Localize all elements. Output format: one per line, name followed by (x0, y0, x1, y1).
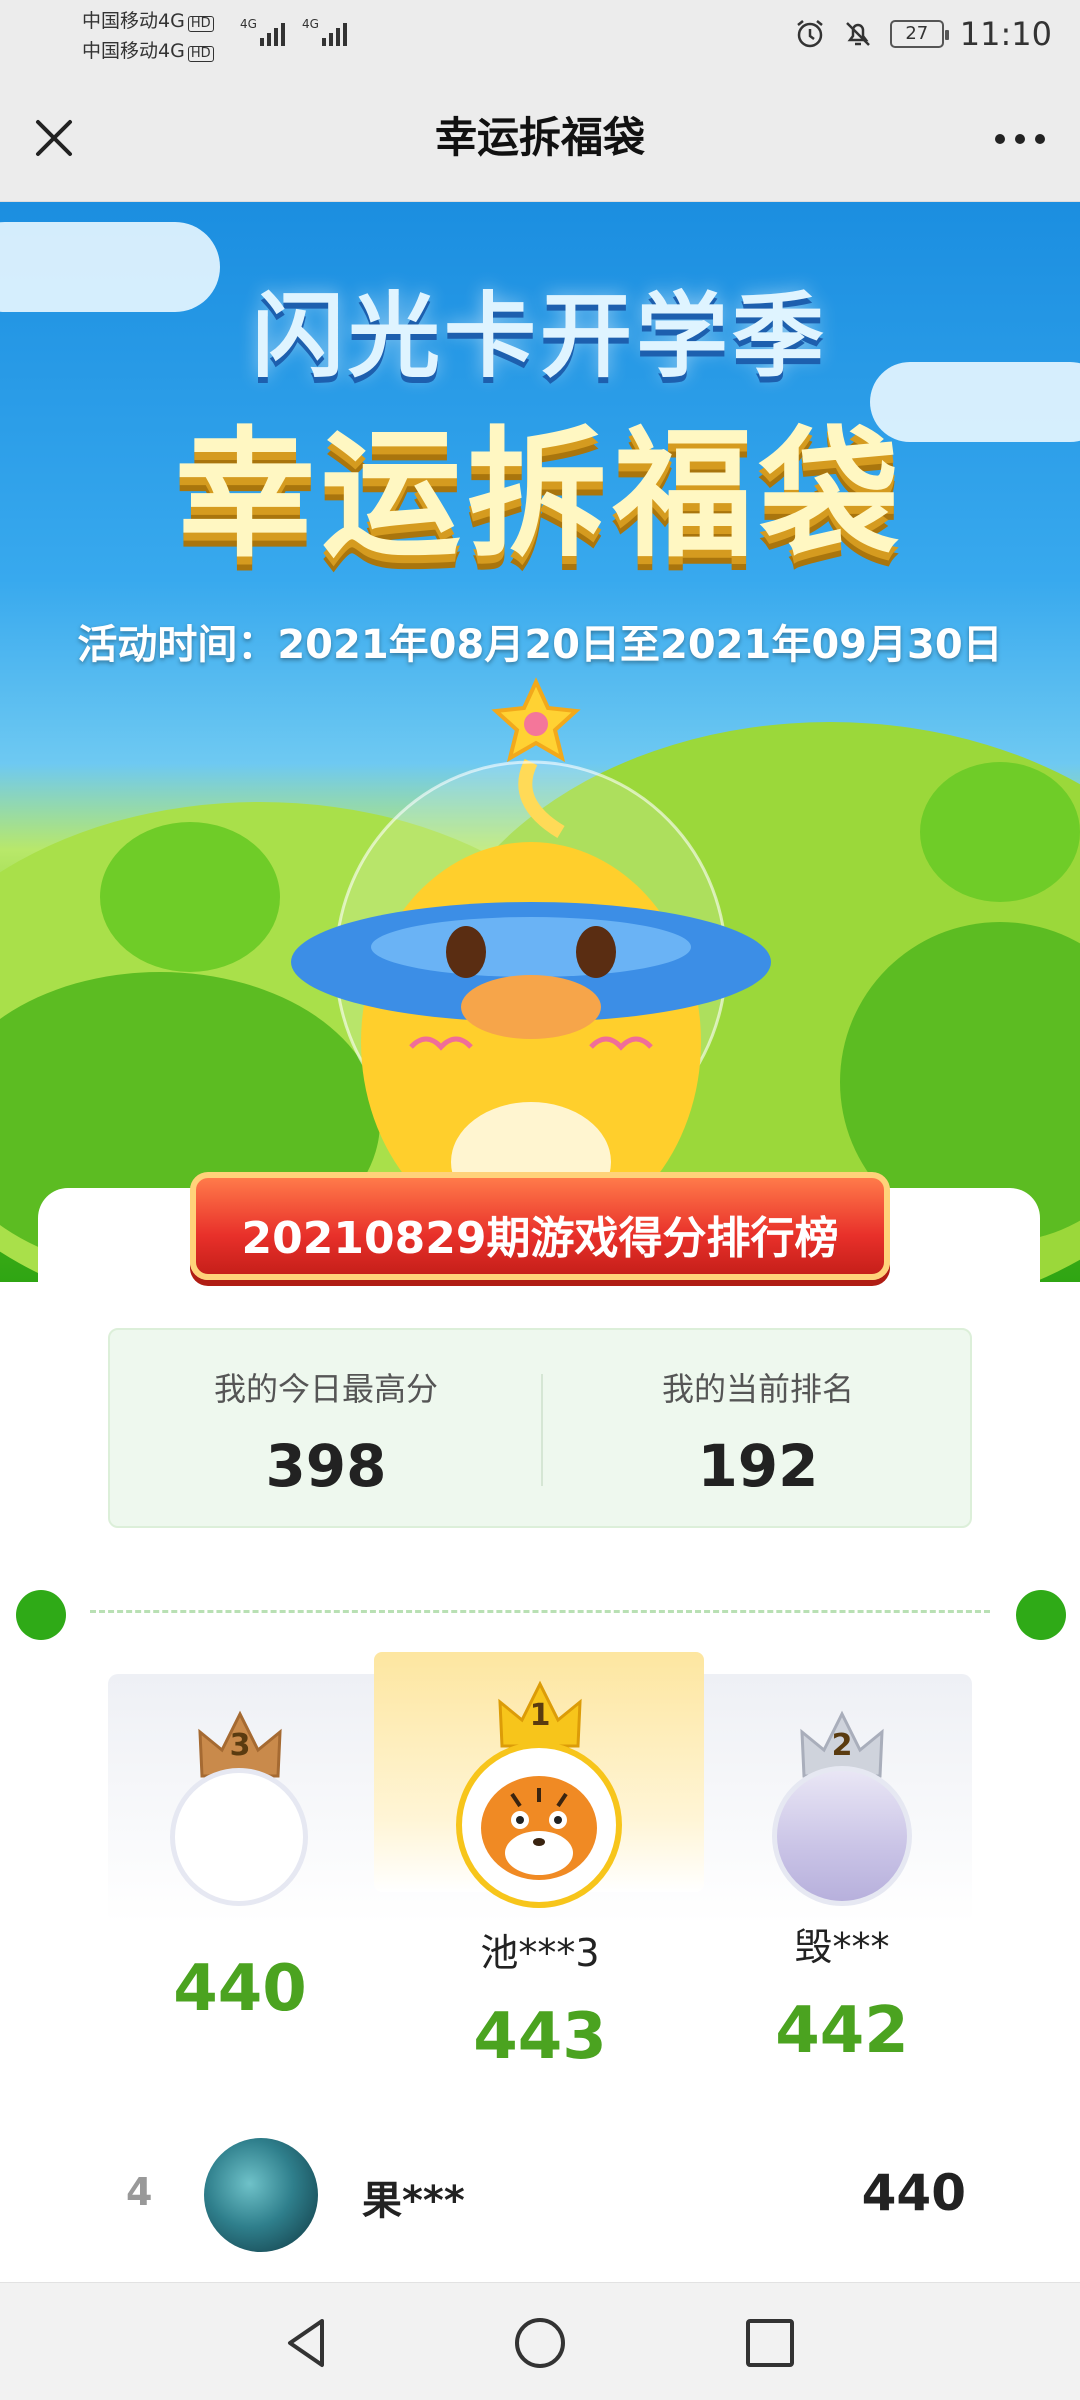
row-rank: 4 (126, 2170, 153, 2214)
carrier-1-label: 中国移动4G (82, 10, 185, 32)
network-1-label: 4G (240, 17, 257, 31)
my-best-score: 我的今日最高分 398 (110, 1330, 542, 1530)
hero-banner: 闪光卡开学季 幸运拆福袋 活动时间：2021年08月20日至2021年09月30… (0, 202, 1080, 1282)
title-bar: 幸运拆福袋 (0, 72, 1080, 202)
hero-subtitle: 闪光卡开学季 (251, 283, 828, 390)
carrier-2-label: 中国移动4G (82, 40, 185, 62)
status-time: 11:10 (959, 15, 1052, 53)
status-bar: 中国移动4G HD 中国移动4G HD 4G 4G 27 11:10 (0, 0, 1080, 72)
bush (100, 822, 280, 972)
leaderboard-row[interactable]: 4 果*** 440 (108, 2130, 972, 2260)
my-best-label: 我的今日最高分 (213, 1370, 438, 1408)
network-2-label: 4G (302, 17, 319, 31)
recents-icon[interactable] (740, 2313, 800, 2373)
leaderboard-banner: 20210829期游戏得分排行榜 (190, 1172, 890, 1280)
row-name: 果*** (362, 2178, 465, 2224)
system-nav-bar (0, 2282, 1080, 2400)
alarm-icon (797, 20, 823, 48)
rank-2-avatar[interactable] (772, 1766, 912, 1906)
rank-3-number: 3 (229, 1728, 251, 1763)
rank-2-score: 442 (775, 1994, 909, 2068)
bush (920, 762, 1080, 902)
leaf-decoration (16, 1590, 66, 1640)
battery-indicator: 27 (889, 20, 949, 48)
rank-1-avatar[interactable] (456, 1742, 622, 1908)
page-title: 幸运拆福袋 (434, 113, 645, 162)
carrier-2: 中国移动4G HD (82, 40, 214, 62)
row-avatar (204, 2138, 318, 2252)
carrier-1: 中国移动4G HD (82, 10, 214, 32)
back-icon[interactable] (278, 2313, 338, 2373)
my-rank-label: 我的当前排名 (661, 1370, 854, 1408)
status-right: 27 11:10 (794, 14, 1052, 54)
dashed-divider (90, 1610, 990, 1613)
rank-1-name: 池***3 (480, 1931, 600, 1975)
mute-icon (845, 22, 870, 46)
rank-3-avatar[interactable] (170, 1768, 308, 1906)
leaderboard-banner-text: 20210829期游戏得分排行榜 (241, 1213, 839, 1264)
row-score: 440 (861, 2164, 966, 2222)
rank-2-name: 毁*** (794, 1925, 890, 1969)
rank-3-score: 440 (173, 1952, 307, 2026)
more-icon[interactable] (990, 124, 1050, 154)
rank-2-number: 2 (831, 1728, 853, 1763)
signal-icon: 4G 4G (240, 17, 347, 46)
my-rank: 我的当前排名 192 (542, 1330, 974, 1530)
rank-1-number: 1 (529, 1698, 551, 1733)
rank-1-score: 443 (473, 2000, 607, 2074)
page: 中国移动4G HD 中国移动4G HD 4G 4G 27 11:10 幸运拆福袋… (0, 0, 1080, 2400)
my-best-value: 398 (265, 1432, 387, 1500)
my-rank-value: 192 (697, 1432, 819, 1500)
tiger-avatar-icon (481, 1776, 597, 1880)
hero-title: 幸运拆福袋 (174, 414, 905, 577)
leaf-decoration (1016, 1590, 1066, 1640)
my-stats-box: 我的今日最高分 398 我的当前排名 192 (108, 1328, 972, 1528)
hd-badge-1: HD (187, 16, 214, 32)
home-icon[interactable] (510, 2313, 570, 2373)
hd-badge-2: HD (187, 46, 214, 62)
